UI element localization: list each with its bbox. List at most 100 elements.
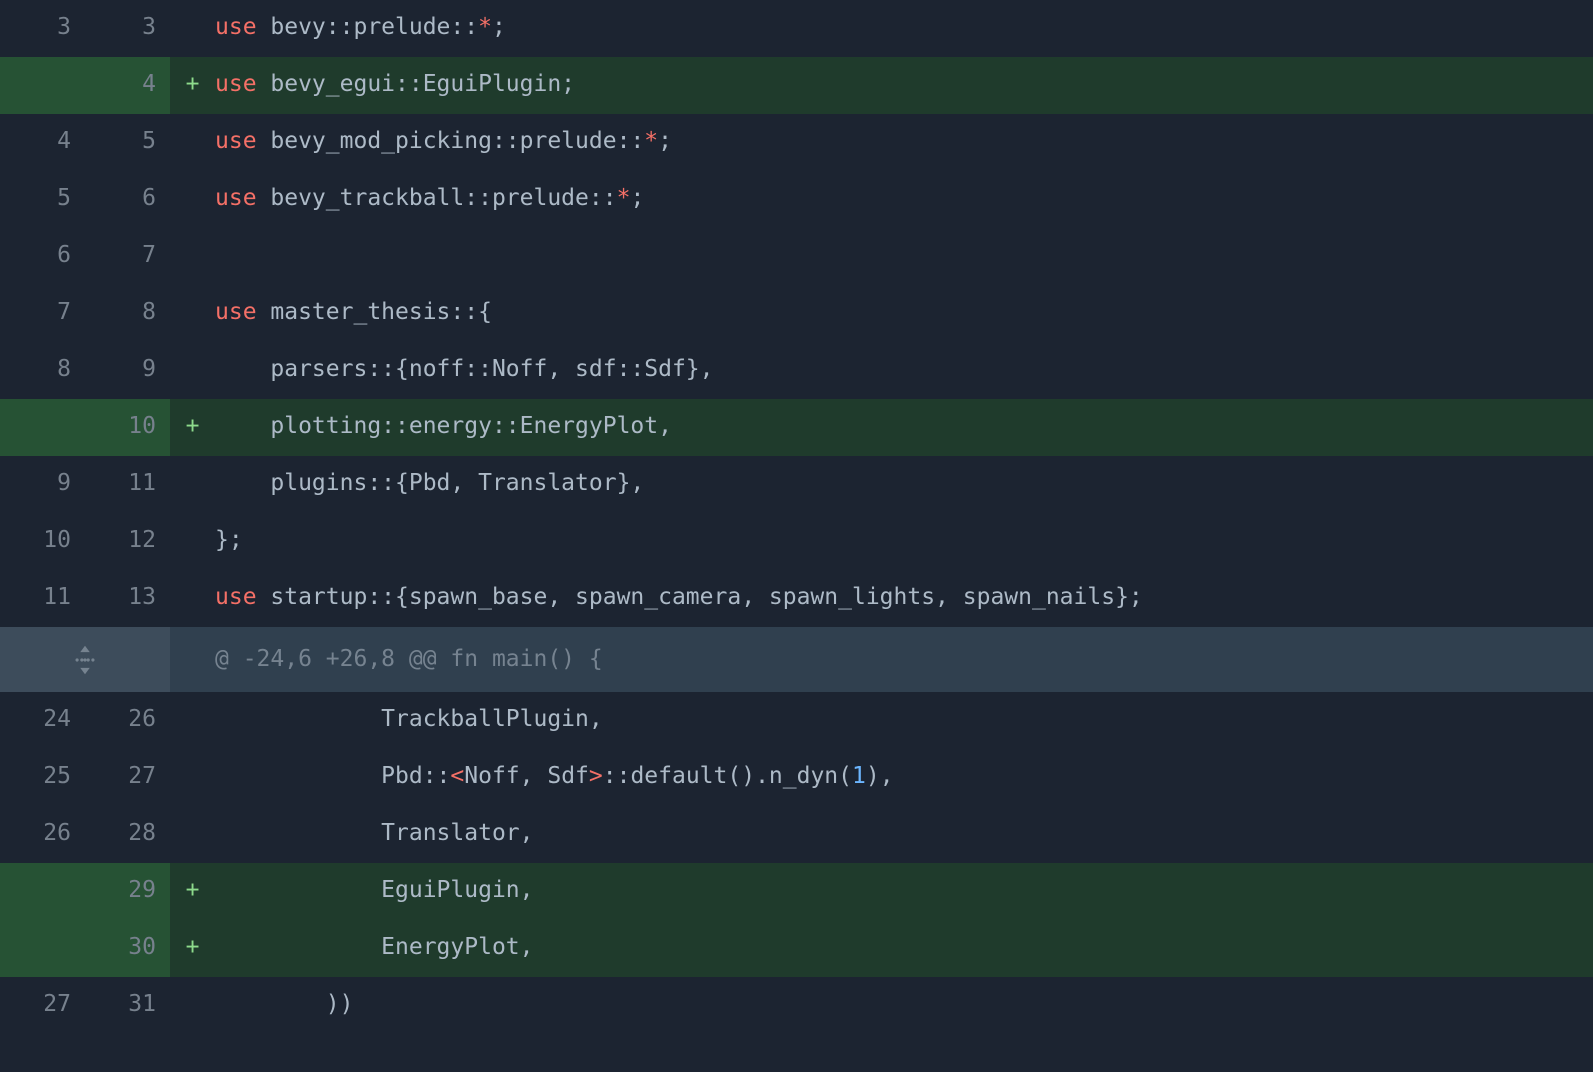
diff-row: 4+use bevy_egui::EguiPlugin; [0,57,1593,114]
expand-icon [66,641,104,679]
line-number-old[interactable]: 7 [0,285,85,342]
token-star: * [617,185,631,211]
line-number-old[interactable]: 3 [0,0,85,57]
line-number-old[interactable] [0,399,85,456]
diff-row: 29+ EguiPlugin, [0,863,1593,920]
token: ), [866,763,894,789]
code-line[interactable]: use startup::{spawn_base, spawn_camera, … [215,570,1593,627]
line-number-new[interactable]: 8 [85,285,170,342]
token: ; [630,185,644,211]
token: startup::{spawn_base, spawn_camera, spaw… [257,584,1143,610]
diff-sign: + [170,399,215,456]
diff-row: 56 use bevy_trackball::prelude::*; [0,171,1593,228]
line-number-old[interactable]: 8 [0,342,85,399]
token: bevy_egui::EguiPlugin; [257,71,576,97]
token-lt: < [450,763,464,789]
line-number-new[interactable]: 3 [85,0,170,57]
diff-row: 2731 )) [0,977,1593,1034]
code-line[interactable]: EguiPlugin, [215,863,1593,920]
code-line[interactable]: use bevy_trackball::prelude::*; [215,171,1593,228]
token-kw: use [215,71,257,97]
diff-sign [170,977,215,1034]
diff-row: 30+ EnergyPlot, [0,920,1593,977]
diff-row: 2527 Pbd::<Noff, Sdf>::default().n_dyn(1… [0,749,1593,806]
line-number-new[interactable]: 11 [85,456,170,513]
hunk-header-row: @ -24,6 +26,8 @@ fn main() { [0,627,1593,692]
code-line[interactable]: Pbd::<Noff, Sdf>::default().n_dyn(1), [215,749,1593,806]
code-line[interactable] [215,228,1593,285]
hunk-expand-button[interactable] [0,627,170,692]
code-line[interactable]: use bevy_egui::EguiPlugin; [215,57,1593,114]
line-number-new[interactable]: 27 [85,749,170,806]
code-line[interactable]: use bevy::prelude::*; [215,0,1593,57]
diff-sign [170,342,215,399]
code-line[interactable]: plotting::energy::EnergyPlot, [215,399,1593,456]
line-number-old[interactable]: 10 [0,513,85,570]
line-number-new[interactable]: 9 [85,342,170,399]
token-star: * [644,128,658,154]
token: TrackballPlugin, [215,706,603,732]
line-number-old[interactable]: 26 [0,806,85,863]
line-number-old[interactable]: 25 [0,749,85,806]
line-number-new[interactable]: 10 [85,399,170,456]
token: parsers::{noff::Noff, sdf::Sdf}, [215,356,714,382]
diff-sign [170,513,215,570]
code-line[interactable]: parsers::{noff::Noff, sdf::Sdf}, [215,342,1593,399]
code-line[interactable]: use bevy_mod_picking::prelude::*; [215,114,1593,171]
line-number-old[interactable]: 6 [0,228,85,285]
token-kw: use [215,299,257,325]
code-line[interactable]: )) [215,977,1593,1034]
diff-sign: + [170,863,215,920]
line-number-old[interactable]: 11 [0,570,85,627]
code-line[interactable]: EnergyPlot, [215,920,1593,977]
line-number-old[interactable]: 4 [0,114,85,171]
code-line[interactable]: plugins::{Pbd, Translator}, [215,456,1593,513]
token: Translator, [215,820,534,846]
line-number-new[interactable]: 13 [85,570,170,627]
line-number-new[interactable]: 12 [85,513,170,570]
token-num: 1 [852,763,866,789]
diff-row: 45 use bevy_mod_picking::prelude::*; [0,114,1593,171]
line-number-old[interactable]: 5 [0,171,85,228]
token: plotting::energy::EnergyPlot, [215,413,672,439]
token: ; [658,128,672,154]
code-line[interactable]: TrackballPlugin, [215,692,1593,749]
token: bevy_trackball::prelude:: [257,185,617,211]
line-number-new[interactable]: 5 [85,114,170,171]
line-number-new[interactable]: 31 [85,977,170,1034]
line-number-new[interactable]: 28 [85,806,170,863]
hunk-header-text: @ -24,6 +26,8 @@ fn main() { [170,627,1593,692]
line-number-old[interactable]: 9 [0,456,85,513]
code-line[interactable]: }; [215,513,1593,570]
line-number-old[interactable] [0,57,85,114]
token: master_thesis::{ [257,299,492,325]
token: EnergyPlot, [215,934,534,960]
line-number-old[interactable]: 27 [0,977,85,1034]
token: plugins::{Pbd, Translator}, [215,470,644,496]
line-number-old[interactable] [0,920,85,977]
line-number-new[interactable]: 7 [85,228,170,285]
line-number-new[interactable]: 6 [85,171,170,228]
token: ; [492,14,506,40]
token-kw: use [215,128,257,154]
diff-sign [170,285,215,342]
line-number-new[interactable]: 4 [85,57,170,114]
code-line[interactable]: Translator, [215,806,1593,863]
diff-row: 10+ plotting::energy::EnergyPlot, [0,399,1593,456]
line-number-old[interactable]: 24 [0,692,85,749]
diff-row: 89 parsers::{noff::Noff, sdf::Sdf}, [0,342,1593,399]
token: bevy::prelude:: [257,14,479,40]
diff-sign: + [170,57,215,114]
line-number-new[interactable]: 26 [85,692,170,749]
token: EguiPlugin, [215,877,534,903]
code-line[interactable]: use master_thesis::{ [215,285,1593,342]
diff-row: 911 plugins::{Pbd, Translator}, [0,456,1593,513]
diff-row: 67 [0,228,1593,285]
diff-sign: + [170,920,215,977]
line-number-new[interactable]: 30 [85,920,170,977]
diff-sign [170,456,215,513]
diff-sign [170,806,215,863]
token: )) [215,991,353,1017]
line-number-old[interactable] [0,863,85,920]
line-number-new[interactable]: 29 [85,863,170,920]
